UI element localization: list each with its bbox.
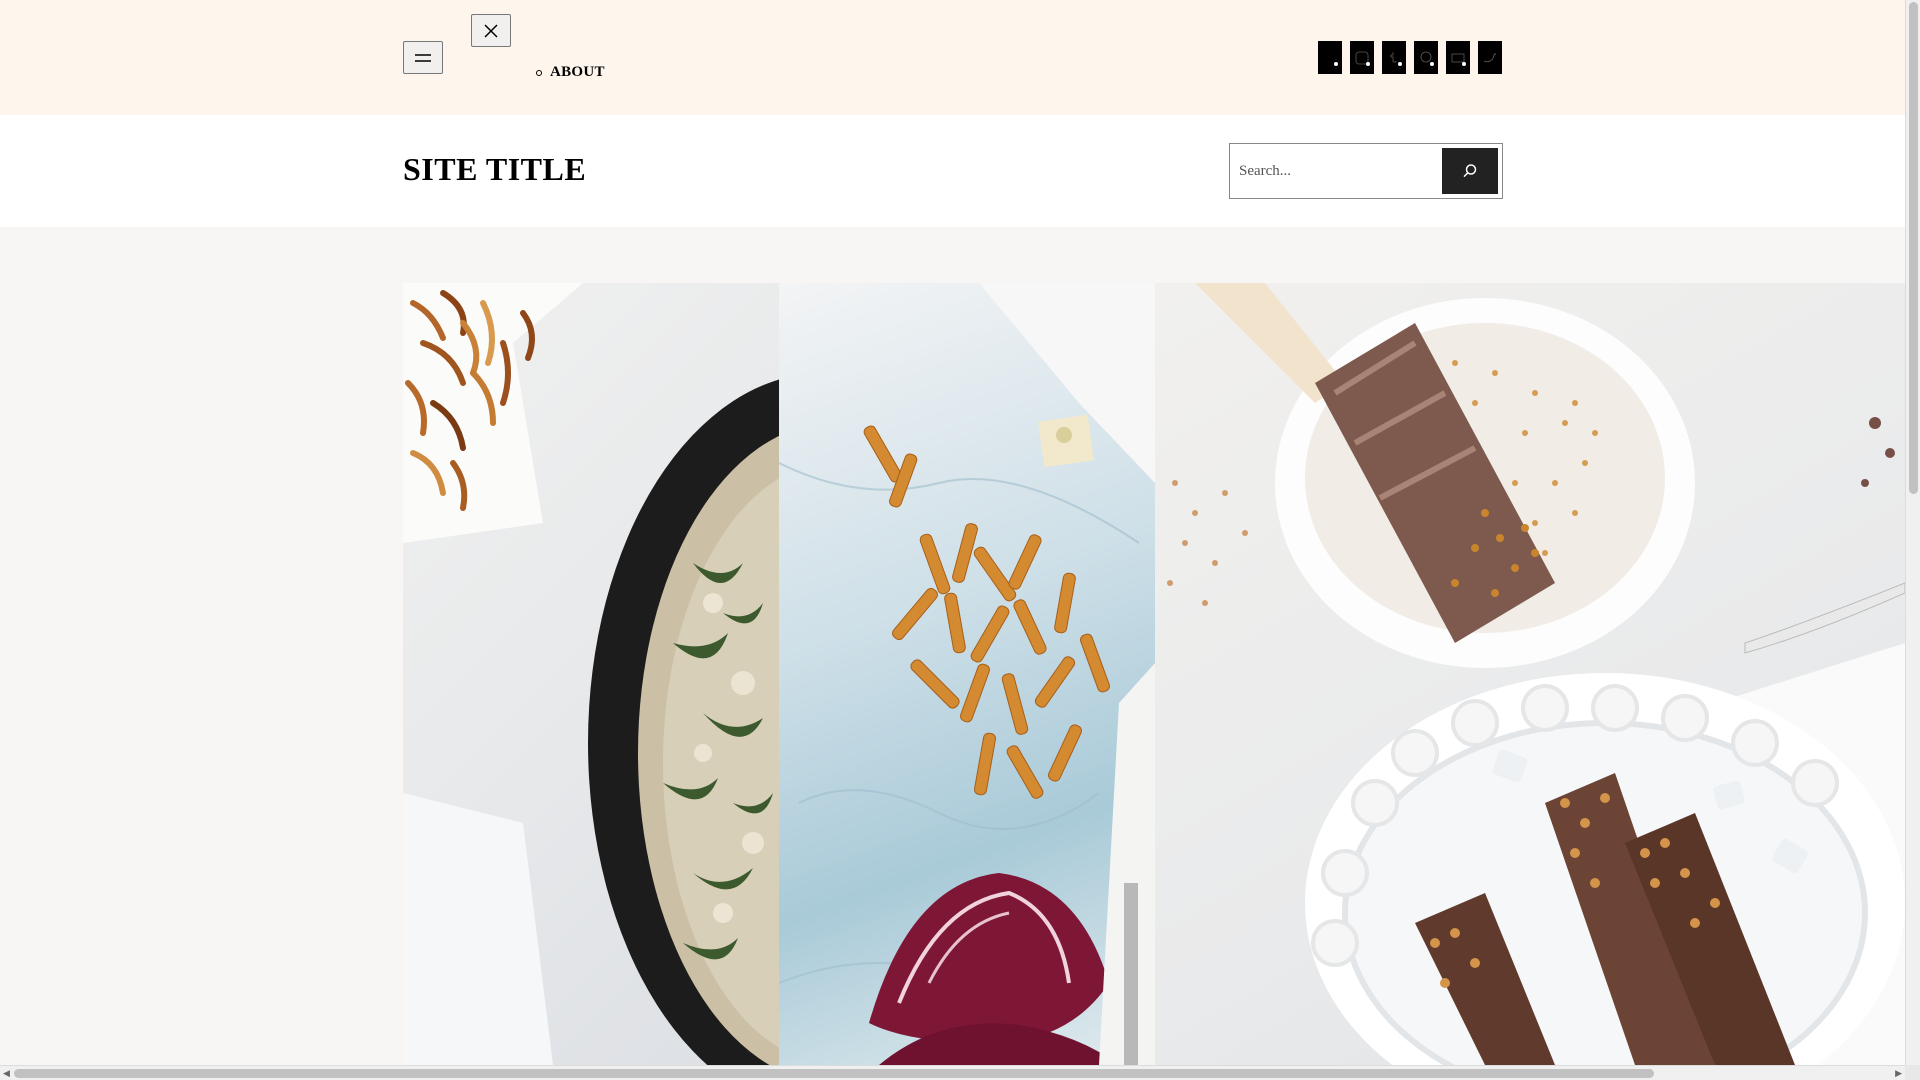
radicchio-pasta-image <box>779 283 1155 1065</box>
search-form <box>1229 143 1503 199</box>
instagram-icon[interactable] <box>1350 41 1374 74</box>
site-title[interactable]: SITE TITLE <box>403 151 586 188</box>
vertical-scroll-thumb[interactable] <box>1909 2 1918 494</box>
scroll-left-arrow-icon[interactable]: ◀ <box>3 1069 10 1079</box>
nav-item-about[interactable]: ABOUT <box>550 64 605 81</box>
search-input[interactable] <box>1230 144 1440 198</box>
mail-icon[interactable] <box>1446 41 1470 74</box>
hero-gallery <box>403 283 1905 1065</box>
scroll-right-arrow-icon[interactable]: ▶ <box>1895 1069 1902 1079</box>
horizontal-scroll-thumb[interactable] <box>14 1069 1654 1078</box>
tumblr-icon[interactable] <box>1382 41 1406 74</box>
pinterest-icon[interactable] <box>1414 41 1438 74</box>
list-bullet <box>536 69 542 76</box>
site-header: SITE TITLE <box>0 115 1905 227</box>
twitter-icon[interactable] <box>1478 41 1502 74</box>
horizontal-scrollbar[interactable]: ◀ ▶ <box>0 1065 1905 1080</box>
search-icon <box>1463 164 1477 178</box>
social-icon-1[interactable] <box>1318 41 1342 74</box>
top-bar: ABOUT <box>0 0 1905 115</box>
primary-nav: ABOUT <box>536 64 605 81</box>
hamburger-icon <box>415 53 431 62</box>
coconut-popsicles-image <box>1155 283 1905 1065</box>
search-button[interactable] <box>1442 148 1498 194</box>
vertical-scrollbar[interactable] <box>1905 0 1920 1080</box>
scrollbar-corner <box>1905 1065 1920 1080</box>
menu-open-button[interactable] <box>403 41 443 74</box>
menu-close-button[interactable] <box>471 14 511 47</box>
social-links <box>1318 41 1502 74</box>
close-icon <box>484 23 498 38</box>
spinach-dip-skillet-image <box>403 283 779 1065</box>
